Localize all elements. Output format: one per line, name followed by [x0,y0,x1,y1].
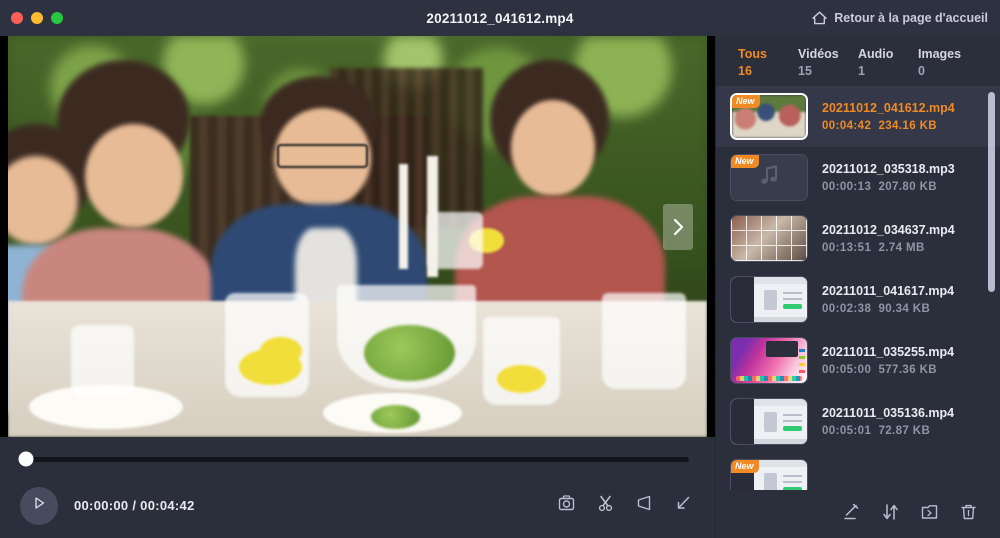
scrollbar-thumb[interactable] [988,92,995,292]
thumbnail: New [730,154,808,201]
list-item[interactable]: 20211011_041617.mp4 00:02:38 90.34 KB [716,269,1000,330]
item-meta: 20211011_035255.mp4 00:05:00 577.36 KB [822,343,954,379]
list-scrollbar[interactable] [988,92,995,462]
progress-row [0,437,715,481]
new-badge: New [731,155,759,168]
next-video-button[interactable] [663,204,693,250]
file-duration: 00:04:42 [822,119,872,132]
thumbnail: New [730,459,808,490]
tab-count: 16 [738,64,752,78]
list-item[interactable]: New [716,452,1000,490]
thumbnail [730,398,808,445]
file-info: 00:05:00 577.36 KB [822,361,954,379]
play-icon [31,495,47,516]
tab-label: Audio [858,47,894,61]
file-info: 00:13:51 2.74 MB [822,239,955,257]
home-button-label: Retour à la page d'accueil [834,11,988,25]
tab-label: Tous [738,47,767,61]
video-frame [8,36,707,437]
seek-handle[interactable] [18,451,34,467]
file-name: 20211011_035136.mp4 [822,405,955,420]
player-controls: 00:00:00 / 00:04:42 [0,481,715,538]
file-name: 20211011_041617.mp4 [822,283,955,298]
file-name: 20211011_035255.mp4 [822,344,955,359]
file-size: 577.36 KB [878,363,938,376]
tab-tous[interactable]: Tous 16 [738,46,798,80]
open-folder-icon[interactable] [920,503,939,526]
file-duration: 00:02:38 [822,302,872,315]
cut-icon[interactable] [596,494,615,517]
music-note-icon [756,162,782,193]
filter-tabs: Tous 16 Vidéos 15 Audio 1 Images 0 [716,36,1000,86]
video-still [8,36,707,437]
file-info: 00:05:01 72.87 KB [822,422,954,440]
window-controls [0,12,63,24]
item-meta: 20211012_034637.mp4 00:13:51 2.74 MB [822,221,955,257]
tab-count: 0 [918,64,925,78]
item-meta: 20211011_041617.mp4 00:02:38 90.34 KB [822,282,954,318]
thumbnail [730,215,808,262]
file-info: 00:00:13 207.80 KB [822,178,955,196]
file-name: 20211012_041612.mp4 [822,100,955,115]
new-badge: New [731,460,759,473]
item-meta: 20211011_035136.mp4 00:05:01 72.87 KB [822,404,954,440]
maximize-button[interactable] [51,12,63,24]
item-meta: 20211012_041612.mp4 00:04:42 234.16 KB [822,99,955,135]
file-size: 72.87 KB [878,424,931,437]
home-button[interactable]: Retour à la page d'accueil [812,11,988,25]
file-duration: 00:13:51 [822,241,872,254]
tab-label: Images [918,47,962,61]
player-pane: 00:00:00 / 00:04:42 [0,36,715,538]
file-name: 20211012_034637.mp4 [822,222,955,237]
edit-icon[interactable] [842,503,861,526]
file-info: 00:02:38 90.34 KB [822,300,954,318]
delete-icon[interactable] [959,503,978,526]
file-size: 90.34 KB [878,302,931,315]
file-size: 2.74 MB [878,241,925,254]
item-meta: 20211012_035318.mp3 00:00:13 207.80 KB [822,160,955,196]
library-actions [716,490,1000,538]
play-button[interactable] [20,486,58,525]
thumbnail [730,276,808,323]
volume-icon[interactable] [635,494,654,517]
thumbnail [730,337,808,384]
main-body: 00:00:00 / 00:04:42 Tous 16 Vidéos 15 Au… [0,36,1000,538]
title-bar: 20211012_041612.mp4 Retour à la page d'a… [0,0,1000,36]
file-size: 207.80 KB [878,180,938,193]
video-surface[interactable] [0,36,715,437]
file-duration: 00:05:00 [822,363,872,376]
file-info: 00:04:42 234.16 KB [822,117,955,135]
house-icon [812,11,827,25]
tab-count: 1 [858,64,865,78]
player-tool-icons [557,494,693,517]
list-item[interactable]: New 20211012_041612.mp4 00:04:42 234.16 … [716,86,1000,147]
video-player-window: 20211012_041612.mp4 Retour à la page d'a… [0,0,1000,538]
seek-bar[interactable] [18,451,689,467]
tab-videos[interactable]: Vidéos 15 [798,46,858,80]
snapshot-icon[interactable] [557,494,576,517]
sort-icon[interactable] [881,503,900,526]
fullscreen-icon[interactable] [674,494,693,517]
tab-audio[interactable]: Audio 1 [858,46,918,80]
tab-images[interactable]: Images 0 [918,46,978,80]
list-item[interactable]: 20211011_035136.mp4 00:05:01 72.87 KB [716,391,1000,452]
file-size: 234.16 KB [878,119,938,132]
time-display: 00:00:00 / 00:04:42 [74,498,195,513]
media-list[interactable]: New 20211012_041612.mp4 00:04:42 234.16 … [716,86,1000,490]
tab-count: 15 [798,64,812,78]
list-item[interactable]: 20211012_034637.mp4 00:13:51 2.74 MB [716,208,1000,269]
file-name: 20211012_035318.mp3 [822,161,955,176]
thumbnail: New [730,93,808,140]
list-item[interactable]: New 20211012_035318.mp3 00:00:13 207.80 … [716,147,1000,208]
media-sidebar: Tous 16 Vidéos 15 Audio 1 Images 0 New 2… [715,36,1000,538]
file-duration: 00:05:01 [822,424,872,437]
minimize-button[interactable] [31,12,43,24]
list-item[interactable]: 20211011_035255.mp4 00:05:00 577.36 KB [716,330,1000,391]
close-button[interactable] [11,12,23,24]
new-badge: New [732,95,760,108]
tab-label: Vidéos [798,47,839,61]
file-duration: 00:00:13 [822,180,872,193]
chevron-right-icon [671,217,685,237]
